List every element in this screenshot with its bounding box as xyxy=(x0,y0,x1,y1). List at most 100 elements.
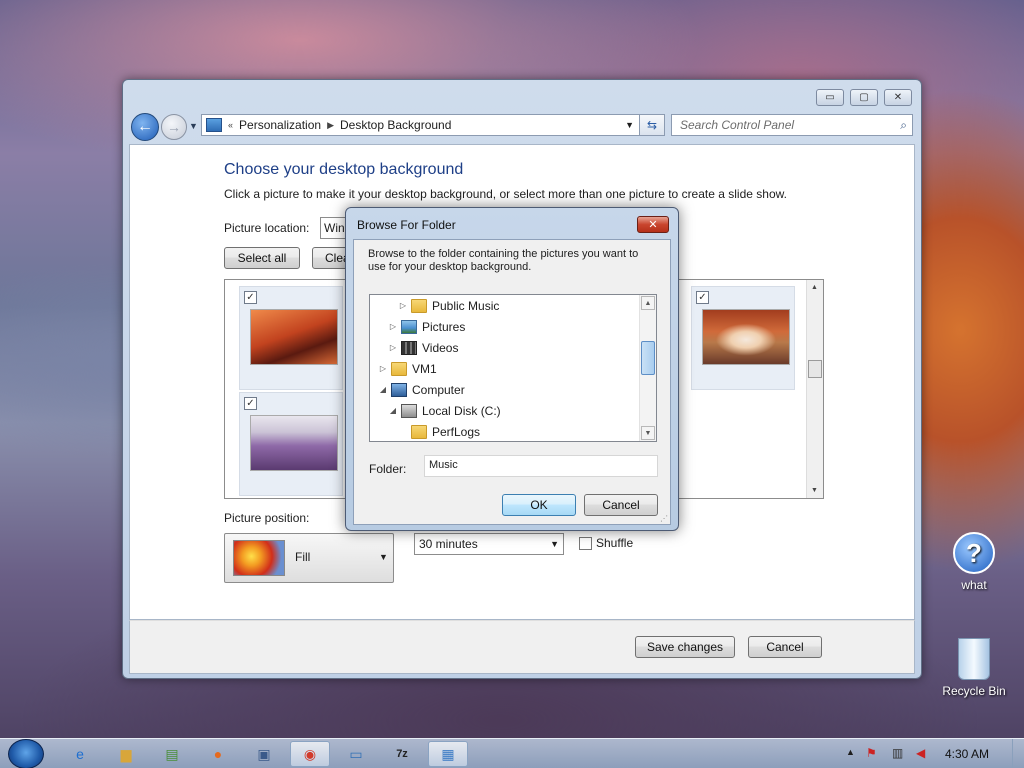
minimize-button[interactable]: ▭ xyxy=(816,89,844,106)
maximize-button[interactable]: ▢ xyxy=(850,89,878,106)
tree-item-perflogs[interactable]: PerfLogs xyxy=(398,421,480,441)
show-desktop-button[interactable] xyxy=(1012,739,1024,768)
scroll-up-icon[interactable]: ▲ xyxy=(811,284,818,291)
wallpaper-thumbnail xyxy=(250,415,338,471)
page-description: Click a picture to make it your desktop … xyxy=(224,187,787,201)
tree-item-label: Public Music xyxy=(432,298,500,313)
back-button[interactable]: ← xyxy=(131,113,159,141)
action-center-icon[interactable]: ⚑ xyxy=(866,746,877,760)
collapse-arrow-icon[interactable]: ◢ xyxy=(378,385,388,394)
search-input[interactable]: Search Control Panel ⌕ xyxy=(671,114,913,136)
tree-item-label: Pictures xyxy=(422,319,466,334)
resize-grip-icon[interactable]: ⋰ xyxy=(660,514,668,523)
pictures-icon xyxy=(401,319,417,334)
search-icon[interactable]: ⌕ xyxy=(900,118,907,133)
shuffle-checkbox[interactable] xyxy=(579,537,592,550)
collapse-arrow-icon[interactable]: ◢ xyxy=(388,406,398,415)
start-button[interactable] xyxy=(8,739,44,768)
folder-icon xyxy=(411,424,427,439)
wallpaper-checkbox[interactable]: ✓ xyxy=(244,397,257,410)
tree-item-label: Computer xyxy=(412,382,465,397)
show-hidden-icons[interactable]: ▲ xyxy=(846,747,855,757)
address-dropdown-icon[interactable]: ▼ xyxy=(625,120,634,130)
breadcrumb-personalization[interactable]: Personalization xyxy=(235,118,325,132)
folder-tree-scroll-thumb[interactable] xyxy=(641,341,655,375)
videos-icon xyxy=(401,340,417,355)
tree-item-vm1[interactable]: ▷ VM1 xyxy=(378,358,437,379)
control-panel-taskbar-icon[interactable]: ▦ xyxy=(428,741,468,767)
address-bar[interactable]: « Personalization ▶ Desktop Background ▼ xyxy=(201,114,641,136)
desktop-icon-recycle-bin[interactable]: Recycle Bin xyxy=(936,638,1012,698)
tree-item-label: Videos xyxy=(422,340,459,355)
network-icon[interactable]: ▥ xyxy=(892,746,903,760)
recent-pages-dropdown[interactable]: ▼ xyxy=(189,121,198,131)
scroll-down-icon[interactable]: ▼ xyxy=(811,487,818,494)
desktop-icon-label: Recycle Bin xyxy=(942,684,1006,698)
tree-item-computer[interactable]: ◢ Computer xyxy=(378,379,465,400)
wallpaper-checkbox[interactable]: ✓ xyxy=(696,291,709,304)
save-changes-button[interactable]: Save changes xyxy=(635,636,735,658)
expand-arrow-icon[interactable]: ▷ xyxy=(388,343,398,352)
tree-item-local-disk[interactable]: ◢ Local Disk (C:) xyxy=(388,400,501,421)
close-window-button[interactable]: ✕ xyxy=(884,89,912,106)
tree-item-public-music[interactable]: ▷ Public Music xyxy=(398,295,499,316)
scroll-up-icon[interactable]: ▲ xyxy=(641,296,655,310)
select-all-button[interactable]: Select all xyxy=(224,247,300,269)
scroll-down-icon[interactable]: ▼ xyxy=(641,426,655,440)
folder-name-field[interactable]: Music xyxy=(424,455,658,477)
chevron-down-icon: ▼ xyxy=(550,539,559,549)
shuffle-label: Shuffle xyxy=(596,536,634,550)
breadcrumb-separator-icon[interactable]: ▶ xyxy=(325,120,336,131)
dialog-description: Browse to the folder containing the pict… xyxy=(368,248,639,273)
breadcrumb-desktop-background[interactable]: Desktop Background xyxy=(336,118,455,132)
firefox-icon[interactable]: ● xyxy=(198,741,238,767)
tree-item-label: Local Disk (C:) xyxy=(422,403,501,418)
volume-muted-icon[interactable]: ◀ xyxy=(916,746,925,760)
wallpaper-grid-scroll-thumb[interactable] xyxy=(808,360,822,378)
browse-for-folder-dialog: Browse For Folder ✕ Browse to the folder… xyxy=(345,207,679,531)
drive-icon xyxy=(401,403,417,418)
wallpaper-grid-scrollbar[interactable]: ▲ ▼ xyxy=(806,280,823,498)
folder-tree-scrollbar[interactable]: ▲ ▼ xyxy=(639,295,656,441)
desktop-icon-what[interactable]: ? what xyxy=(936,532,1012,592)
cancel-button[interactable]: Cancel xyxy=(748,636,822,658)
ok-button[interactable]: OK xyxy=(502,494,576,516)
search-placeholder: Search Control Panel xyxy=(680,118,795,132)
position-preview-thumbnail xyxy=(233,540,285,576)
internet-explorer-icon[interactable]: e xyxy=(60,741,100,767)
tree-item-pictures[interactable]: ▷ Pictures xyxy=(388,316,465,337)
expand-arrow-icon[interactable]: ▷ xyxy=(398,301,408,310)
desktop-icon-label: what xyxy=(961,578,987,592)
chevron-down-icon: ▼ xyxy=(379,552,388,562)
wallpaper-checkbox[interactable]: ✓ xyxy=(244,291,257,304)
folder-label: Folder: xyxy=(369,462,407,476)
file-explorer-icon[interactable]: ▆ xyxy=(106,741,146,767)
expand-arrow-icon[interactable]: ▷ xyxy=(388,322,398,331)
wallpaper-thumbnail xyxy=(702,309,790,365)
wallpaper-tile[interactable]: ✓ xyxy=(691,286,795,390)
breadcrumb-prefix: « xyxy=(228,120,234,130)
chrome-icon[interactable]: ◉ xyxy=(290,741,330,767)
notepad-icon[interactable]: ▤ xyxy=(152,741,192,767)
page-title: Choose your desktop background xyxy=(224,161,464,178)
wallpaper-tile[interactable]: ✓ xyxy=(239,286,343,390)
recycle-bin-icon xyxy=(958,638,990,680)
refresh-button[interactable]: ⇆ xyxy=(639,114,665,136)
refresh-icon: ⇆ xyxy=(646,118,658,132)
expand-arrow-icon[interactable]: ▷ xyxy=(378,364,388,373)
dialog-title: Browse For Folder xyxy=(357,218,456,232)
network-tool-icon[interactable]: ▣ xyxy=(244,741,284,767)
picture-position-value: Fill xyxy=(295,550,311,564)
slideshow-interval-select[interactable]: 30 minutes ▼ xyxy=(414,533,564,555)
folder-tree[interactable]: ▷ Public Music ▷ Pictures ▷ Videos ▷ VM1… xyxy=(369,294,657,442)
wallpaper-tile[interactable]: ✓ xyxy=(239,392,343,496)
dialog-body: Browse to the folder containing the pict… xyxy=(353,239,671,525)
7zip-icon[interactable]: 7z xyxy=(382,741,422,767)
clock[interactable]: 4:30 AM xyxy=(945,747,989,761)
forward-button[interactable]: → xyxy=(161,114,187,140)
tree-item-videos[interactable]: ▷ Videos xyxy=(388,337,458,358)
dialog-cancel-button[interactable]: Cancel xyxy=(584,494,658,516)
picture-position-select[interactable]: Fill ▼ xyxy=(224,533,394,583)
dialog-close-button[interactable]: ✕ xyxy=(637,216,669,233)
monitor-icon[interactable]: ▭ xyxy=(336,741,376,767)
